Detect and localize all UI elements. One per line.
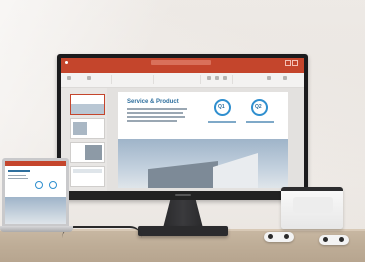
- controller-stick: [284, 234, 289, 239]
- slide-building-photo: [118, 139, 288, 188]
- slide-thumbnail[interactable]: [70, 166, 105, 187]
- slide-body-text: [127, 116, 185, 118]
- controller-stick: [323, 237, 328, 242]
- q2-caption: [246, 121, 274, 123]
- monitor-logo: [175, 194, 191, 196]
- ribbon-icon[interactable]: [215, 76, 219, 80]
- laptop-ring-icon: [49, 181, 57, 189]
- laptop-slide-photo: [5, 197, 66, 224]
- q1-caption: [208, 121, 236, 123]
- ribbon-icon[interactable]: [87, 76, 91, 80]
- ribbon-group: [155, 75, 201, 84]
- laptop-ring-icon: [35, 181, 43, 189]
- controller-stick: [268, 234, 273, 239]
- slide-thumbnail[interactable]: [70, 142, 105, 163]
- slide-title: Service & Product: [127, 99, 179, 105]
- ppt-app-icon: [65, 61, 68, 64]
- slide[interactable]: Service & Product Q1 Q2: [118, 92, 288, 188]
- controller: [264, 232, 294, 242]
- monitor: Service & Product Q1 Q2: [57, 54, 308, 200]
- ribbon-group: [81, 75, 112, 84]
- controller: [319, 235, 349, 245]
- ribbon-group: [113, 75, 154, 84]
- slide-body-text: [127, 112, 183, 114]
- laptop-screen: [5, 161, 66, 224]
- close-icon[interactable]: [292, 60, 298, 66]
- product-photo-scene: Service & Product Q1 Q2: [0, 0, 365, 262]
- ribbon-icon[interactable]: [207, 76, 211, 80]
- slide-body-text: [127, 120, 177, 122]
- q1-label: Q1: [218, 104, 225, 110]
- minimize-icon[interactable]: [285, 60, 291, 66]
- paste-icon[interactable]: [67, 76, 71, 80]
- slide-thumbnail[interactable]: [70, 94, 105, 115]
- ppt-titlebar: [61, 58, 304, 67]
- console-top: [281, 187, 343, 191]
- laptop-ppt-titlebar: [5, 161, 66, 166]
- ppt-search-box[interactable]: [151, 60, 211, 65]
- cable: [62, 226, 142, 238]
- monitor-stand-base: [138, 226, 228, 236]
- ribbon-icon[interactable]: [223, 76, 227, 80]
- laptop-base: [0, 226, 73, 232]
- console-panel: [293, 197, 333, 213]
- slide-thumbnail[interactable]: [70, 118, 105, 139]
- controller-stick: [339, 237, 344, 242]
- slide-body-text: [127, 108, 187, 110]
- ribbon-icon[interactable]: [267, 76, 271, 80]
- monitor-screen: Service & Product Q1 Q2: [61, 58, 304, 191]
- ribbon-icon[interactable]: [283, 76, 287, 80]
- q2-label: Q2: [255, 104, 262, 110]
